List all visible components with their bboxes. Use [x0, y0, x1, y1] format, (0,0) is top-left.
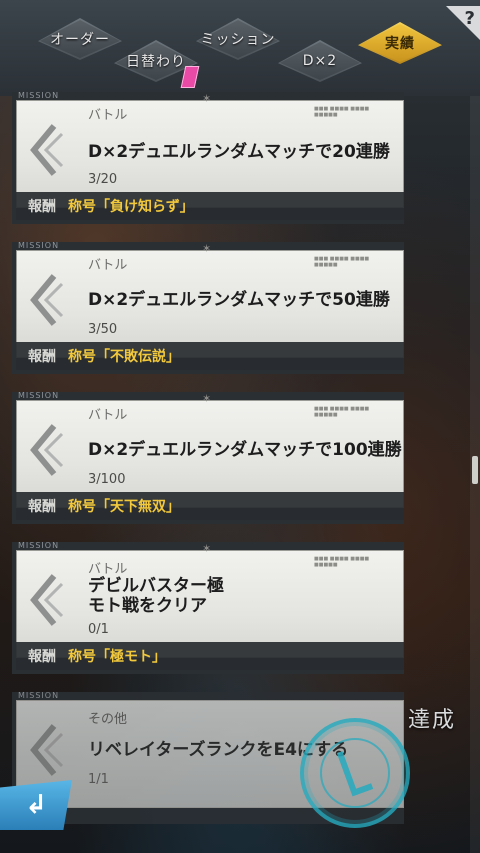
- mission-card[interactable]: MISSION ✶ バトル D×2デュエルランダムマッチで100連勝 3/100…: [12, 391, 404, 524]
- achieved-stamp-icon: [300, 718, 410, 828]
- mission-tag: MISSION: [18, 391, 60, 400]
- mission-category: バトル: [88, 108, 128, 123]
- mission-tag: MISSION: [18, 691, 60, 700]
- mission-title: D×2デュエルランダムマッチで100連勝: [88, 440, 402, 460]
- fine-print: ■■■ ■■■■ ■■■■ ■■■■■: [314, 556, 370, 568]
- mission-progress: 3/50: [88, 322, 118, 337]
- mission-card[interactable]: MISSION ✶ バトル D×2デュエルランダムマッチで20連勝 3/20 ■…: [12, 91, 404, 224]
- reward-value: 称号「天下無双」: [68, 499, 180, 515]
- reward-label: 報酬: [28, 349, 56, 365]
- chevron-mark-icon: [30, 124, 64, 176]
- reward-label: 報酬: [28, 199, 56, 215]
- mission-progress: 0/1: [88, 622, 109, 637]
- emblem-icon: ✶: [202, 392, 212, 405]
- tab-achievements[interactable]: 実績: [358, 22, 442, 64]
- fine-print: ■■■ ■■■■ ■■■■ ■■■■■: [314, 256, 370, 268]
- mission-category: バトル: [88, 562, 128, 577]
- scroll-thumb[interactable]: [472, 456, 478, 484]
- reward-bar: 報酬 称号「負け知らず」: [16, 192, 404, 220]
- mission-progress: 3/100: [88, 472, 126, 487]
- mission-tag: MISSION: [18, 241, 60, 250]
- emblem-icon: ✶: [202, 92, 212, 105]
- fine-print: ■■■ ■■■■ ■■■■ ■■■■■: [314, 106, 370, 118]
- help-icon: ?: [464, 8, 475, 29]
- reward-bar: 報酬 称号「天下無双」: [16, 492, 404, 520]
- tab-mission[interactable]: ミッション: [196, 18, 280, 60]
- mission-tag: MISSION: [18, 91, 60, 100]
- chevron-mark-icon: [30, 274, 64, 326]
- back-button[interactable]: ↲: [0, 780, 72, 830]
- mission-tag: MISSION: [18, 541, 60, 550]
- tab-order[interactable]: オーダー: [38, 18, 122, 60]
- mission-title: D×2デュエルランダムマッチで50連勝: [88, 290, 390, 310]
- mission-card[interactable]: MISSION ✶ バトル デビルバスター極 モト戦をクリア 0/1 ■■■ ■…: [12, 541, 404, 674]
- reward-value: 称号「不敗伝説」: [68, 349, 180, 365]
- reward-value: 称号「負け知らず」: [68, 199, 194, 215]
- mission-title: デビルバスター極 モト戦をクリア: [88, 576, 224, 616]
- emblem-icon: ✶: [202, 542, 212, 555]
- tab-dx2[interactable]: D×2: [278, 40, 362, 82]
- mission-card[interactable]: MISSION ✶ バトル D×2デュエルランダムマッチで50連勝 3/50 ■…: [12, 241, 404, 374]
- chevron-mark-icon: [30, 574, 64, 626]
- chevron-mark-icon: [30, 424, 64, 476]
- fine-print: ■■■ ■■■■ ■■■■ ■■■■■: [314, 406, 370, 418]
- mission-title: D×2デュエルランダムマッチで20連勝: [88, 142, 390, 162]
- chevron-mark-icon: [30, 724, 64, 776]
- mission-progress: 3/20: [88, 172, 118, 187]
- achieved-label: 達成: [408, 708, 457, 733]
- mission-category: バトル: [88, 258, 128, 273]
- mission-progress: 1/1: [88, 772, 109, 787]
- reward-bar: 報酬 称号「極モト」: [16, 642, 404, 670]
- mission-category: バトル: [88, 408, 128, 423]
- reward-value: 称号「極モト」: [68, 649, 166, 665]
- reward-label: 報酬: [28, 649, 56, 665]
- reward-bar: 報酬 称号「不敗伝説」: [16, 342, 404, 370]
- emblem-icon: ✶: [202, 242, 212, 255]
- reward-label: 報酬: [28, 499, 56, 515]
- mission-category: その他: [88, 712, 128, 727]
- return-arrow-icon: ↲: [25, 790, 47, 820]
